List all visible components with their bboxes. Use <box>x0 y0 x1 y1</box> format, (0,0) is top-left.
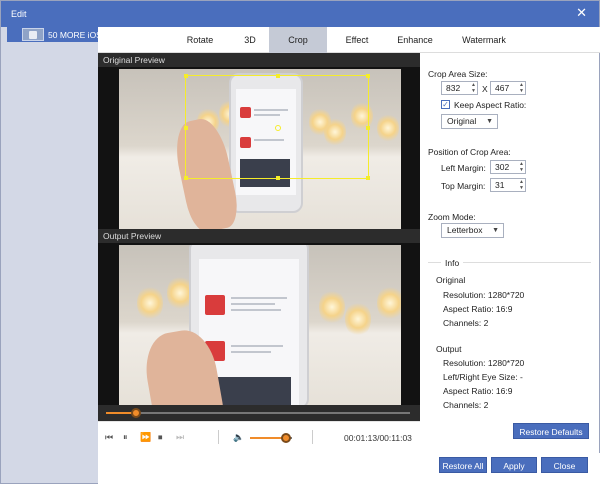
crop-area-size-label: Crop Area Size: <box>428 69 488 79</box>
edit-tabs: Rotate 3D Crop Effect Enhance Watermark <box>98 27 600 53</box>
left-margin-stepper[interactable]: 302 ▲ ▼ <box>490 160 526 174</box>
crop-center-marker[interactable] <box>275 125 281 131</box>
dimension-separator: X <box>482 84 488 94</box>
aspect-ratio-select[interactable]: Original ▼ <box>441 114 498 129</box>
original-channels: Channels: 2 <box>443 318 489 328</box>
original-info-title: Original <box>436 275 466 285</box>
fast-forward-icon[interactable]: ⏩ <box>140 432 151 443</box>
zoom-mode-label: Zoom Mode: <box>428 212 476 222</box>
tab-enhance[interactable]: Enhance <box>387 27 443 53</box>
crop-width-value: 832 <box>446 83 461 93</box>
stepper-arrows-icon[interactable]: ▲ ▼ <box>519 179 524 191</box>
chevron-down-icon: ▼ <box>492 227 499 234</box>
output-channels: Channels: 2 <box>443 400 489 410</box>
position-label: Position of Crop Area: <box>428 147 511 157</box>
progress-track[interactable] <box>106 408 410 418</box>
volume-icon[interactable]: 🔈 <box>233 432 244 443</box>
output-video-frame <box>119 245 401 405</box>
output-info-title: Output <box>436 344 462 354</box>
stepper-arrows-icon[interactable]: ▲ ▼ <box>519 161 524 173</box>
file-list: 50 MORE iOS ... <box>1 27 98 483</box>
prev-icon[interactable]: ⏮ <box>105 432 113 443</box>
divider <box>218 430 219 444</box>
close-button[interactable]: Close <box>541 457 588 473</box>
volume-slider[interactable] <box>250 433 292 443</box>
output-preview-panel: Output Preview <box>98 229 420 405</box>
stop-icon[interactable]: ⏹ <box>158 432 163 443</box>
top-margin-stepper[interactable]: 31 ▲ ▼ <box>490 178 526 192</box>
stepper-arrows-icon[interactable]: ▲ ▼ <box>519 82 524 94</box>
apply-button[interactable]: Apply <box>491 457 537 473</box>
original-preview-title: Original Preview <box>98 53 420 67</box>
crop-width-stepper[interactable]: 832 ▲ ▼ <box>441 81 478 95</box>
original-aspect-ratio: Aspect Ratio: 16:9 <box>443 304 513 314</box>
keep-aspect-checkbox[interactable]: ✓ <box>441 100 450 109</box>
left-margin-label: Left Margin: <box>441 163 486 173</box>
video-thumbnail <box>22 28 44 41</box>
stepper-arrows-icon[interactable]: ▲ ▼ <box>471 82 476 94</box>
crop-height-value: 467 <box>495 83 510 93</box>
tab-3d[interactable]: 3D <box>228 27 272 53</box>
top-margin-label: Top Margin: <box>441 181 486 191</box>
original-video-frame <box>119 69 401 229</box>
info-title: Info <box>441 258 464 268</box>
dialog-button-bar: Restore All Apply Close <box>98 453 600 484</box>
crop-settings-panel: Crop Area Size: 832 ▲ ▼ X 467 ▲ ▼ ✓ Keep A… <box>420 53 599 453</box>
playback-progress-bar[interactable] <box>98 405 420 421</box>
crop-height-stepper[interactable]: 467 ▲ ▼ <box>490 81 526 95</box>
pause-icon[interactable]: ⏸ <box>123 432 128 443</box>
title-bar: Edit ✕ <box>1 1 599 27</box>
progress-knob[interactable] <box>131 408 142 418</box>
volume-knob[interactable] <box>280 433 291 443</box>
output-preview-title: Output Preview <box>98 229 420 243</box>
next-icon[interactable]: ⏭ <box>176 432 184 443</box>
playback-time: 00:01:13/00:11:03 <box>344 433 412 443</box>
keep-aspect-label: Keep Aspect Ratio: <box>454 100 527 110</box>
original-preview-panel: Original Preview <box>98 53 420 229</box>
tab-effect[interactable]: Effect <box>327 27 387 53</box>
file-list-item[interactable]: 50 MORE iOS ... <box>7 27 98 42</box>
aspect-ratio-value: Original <box>447 116 477 126</box>
zoom-mode-select[interactable]: Letterbox ▼ <box>441 223 504 238</box>
restore-defaults-button[interactable]: Restore Defaults <box>513 423 589 439</box>
chevron-down-icon: ▼ <box>486 118 493 125</box>
window-title: Edit <box>11 9 27 19</box>
divider <box>312 430 313 444</box>
tab-rotate[interactable]: Rotate <box>172 27 228 53</box>
edit-window: Edit ✕ 50 MORE iOS ... Rotate 3D Crop Ef… <box>0 0 600 484</box>
restore-all-button[interactable]: Restore All <box>439 457 487 473</box>
playback-controls: ⏮ ⏸ ⏩ ⏹ ⏭ 🔈 00:01:13/00:11:03 <box>98 421 420 453</box>
close-icon[interactable]: ✕ <box>576 6 587 19</box>
output-aspect-ratio: Aspect Ratio: 16:9 <box>443 386 513 396</box>
output-eye-size: Left/Right Eye Size: - <box>443 372 523 382</box>
zoom-mode-value: Letterbox <box>447 225 483 235</box>
original-resolution: Resolution: 1280*720 <box>443 290 525 300</box>
tab-crop[interactable]: Crop <box>269 27 327 53</box>
crop-selection-box[interactable] <box>184 74 370 180</box>
tab-watermark[interactable]: Watermark <box>448 27 520 53</box>
top-margin-value: 31 <box>495 180 505 190</box>
file-name: 50 MORE iOS ... <box>48 30 98 40</box>
left-margin-value: 302 <box>495 162 510 172</box>
output-resolution: Resolution: 1280*720 <box>443 358 525 368</box>
